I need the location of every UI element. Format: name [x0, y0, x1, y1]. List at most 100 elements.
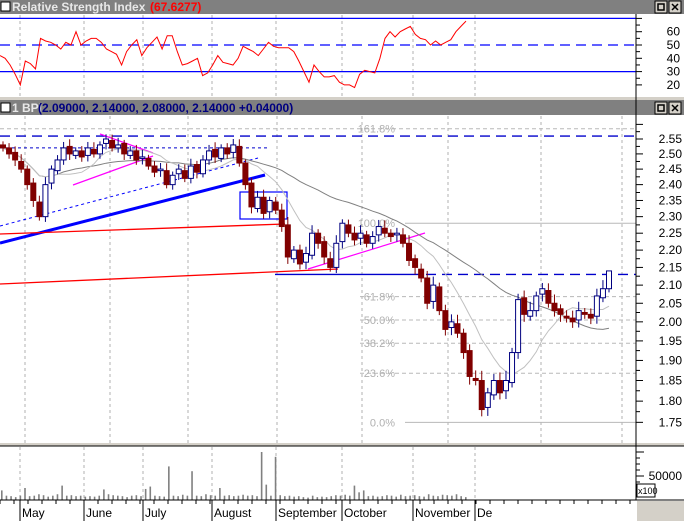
price-close-button[interactable] — [668, 101, 682, 115]
panel-divider — [0, 97, 684, 100]
candle-up — [606, 270, 612, 290]
volume-bar — [279, 495, 281, 500]
volume-bar — [191, 471, 193, 500]
candle-up — [187, 165, 194, 179]
volume-bar — [274, 456, 277, 500]
candle-up — [72, 150, 79, 156]
month-label: August — [214, 506, 252, 520]
volume-bar — [19, 495, 22, 500]
price-axis-label: 1.95 — [659, 334, 683, 348]
candle-down — [248, 182, 255, 208]
volume-bar — [376, 496, 379, 500]
candle-up — [48, 168, 55, 184]
volume-bar — [367, 496, 370, 500]
volume-bar — [427, 494, 430, 500]
volume-bar — [297, 496, 300, 500]
volume-bar — [321, 496, 323, 500]
candle-up — [218, 147, 225, 159]
candle-down — [133, 150, 140, 161]
volume-bar — [70, 495, 73, 500]
volume-bar — [89, 496, 91, 500]
price-axis-label: 2.00 — [659, 315, 683, 329]
candle-up — [199, 159, 206, 175]
candle-up — [539, 288, 546, 295]
volume-bar — [284, 496, 286, 500]
volume-bar — [144, 488, 147, 500]
volume-bar — [117, 495, 119, 500]
volume-bar — [1, 490, 3, 500]
candle-down — [412, 258, 419, 268]
volume-axis-label: 50000 — [649, 469, 683, 483]
volume-bar — [270, 495, 272, 500]
candle-down — [272, 201, 279, 211]
volume-bar — [38, 494, 40, 500]
volume-bar — [372, 495, 374, 500]
candle-down — [18, 160, 25, 170]
volume-bar — [154, 495, 156, 500]
candle-up — [169, 174, 176, 186]
candle-down — [242, 162, 249, 186]
month-label: De — [477, 506, 493, 520]
volume-bar — [451, 495, 453, 500]
rsi-minimize-button[interactable] — [654, 0, 668, 14]
month-label: June — [86, 506, 112, 520]
volume-plot: 50000 — [1, 447, 683, 501]
candle-up — [575, 310, 582, 321]
candle-up — [448, 321, 455, 329]
rsi-axis-label: 40 — [667, 51, 681, 65]
volume-bar — [177, 496, 179, 500]
candle-up — [42, 184, 49, 218]
candle-up — [206, 150, 213, 161]
candle-up — [157, 168, 164, 172]
price-axis-label: 2.45 — [659, 162, 683, 176]
price-panel-checkbox[interactable] — [0, 102, 11, 113]
price-ohlc-values: (2.09000, 2.14000, 2.08000, 2.14000 +0.0… — [38, 101, 293, 115]
candle-down — [436, 286, 443, 312]
volume-bar — [168, 466, 170, 500]
fib-label: 50.0% — [364, 315, 395, 327]
price-axis-label: 2.05 — [659, 296, 683, 310]
volume-bar — [79, 495, 82, 500]
candle-down — [454, 323, 461, 334]
rsi-axis-label: 50 — [667, 38, 681, 52]
candle-up — [369, 236, 376, 244]
price-axis-label: 2.20 — [659, 243, 683, 257]
volume-bar — [195, 495, 198, 500]
volume-bar — [455, 494, 458, 500]
price-minimize-button[interactable] — [654, 101, 668, 115]
candle-up — [96, 144, 103, 155]
candle-down — [557, 308, 564, 315]
rsi-axis-label: 30 — [667, 65, 681, 79]
rsi-close-button[interactable] — [668, 0, 682, 14]
candle-down — [66, 145, 73, 155]
volume-bar — [395, 496, 397, 500]
volume-bar — [209, 495, 212, 500]
volume-bar — [103, 489, 105, 500]
rsi-axis-label: 60 — [667, 25, 681, 39]
volume-bar — [362, 490, 365, 500]
volume-bar — [140, 496, 142, 500]
volume-bar — [311, 495, 314, 500]
volume-bar — [409, 495, 411, 500]
candle-up — [339, 222, 346, 243]
volume-bar — [256, 496, 258, 500]
candle-up — [509, 352, 516, 384]
candle-down — [345, 224, 352, 234]
candle-down — [418, 268, 425, 279]
candle-up — [84, 147, 91, 156]
volume-bar — [84, 496, 87, 500]
rsi-panel-checkbox[interactable] — [0, 1, 11, 12]
volume-bar — [33, 495, 36, 500]
rsi-axis-label: 20 — [667, 78, 681, 92]
volume-bar — [130, 495, 133, 500]
rsi-value: (67.6277) — [150, 0, 201, 14]
volume-bar — [423, 496, 425, 500]
volume-bar — [437, 496, 439, 500]
candle-up — [484, 392, 491, 408]
rsi-title: Relative Strength Index — [12, 0, 146, 14]
corner-box — [637, 501, 684, 521]
volume-bar — [246, 495, 249, 500]
volume-bar — [200, 496, 203, 500]
candle-up — [103, 138, 110, 144]
month-label: July — [145, 506, 166, 520]
